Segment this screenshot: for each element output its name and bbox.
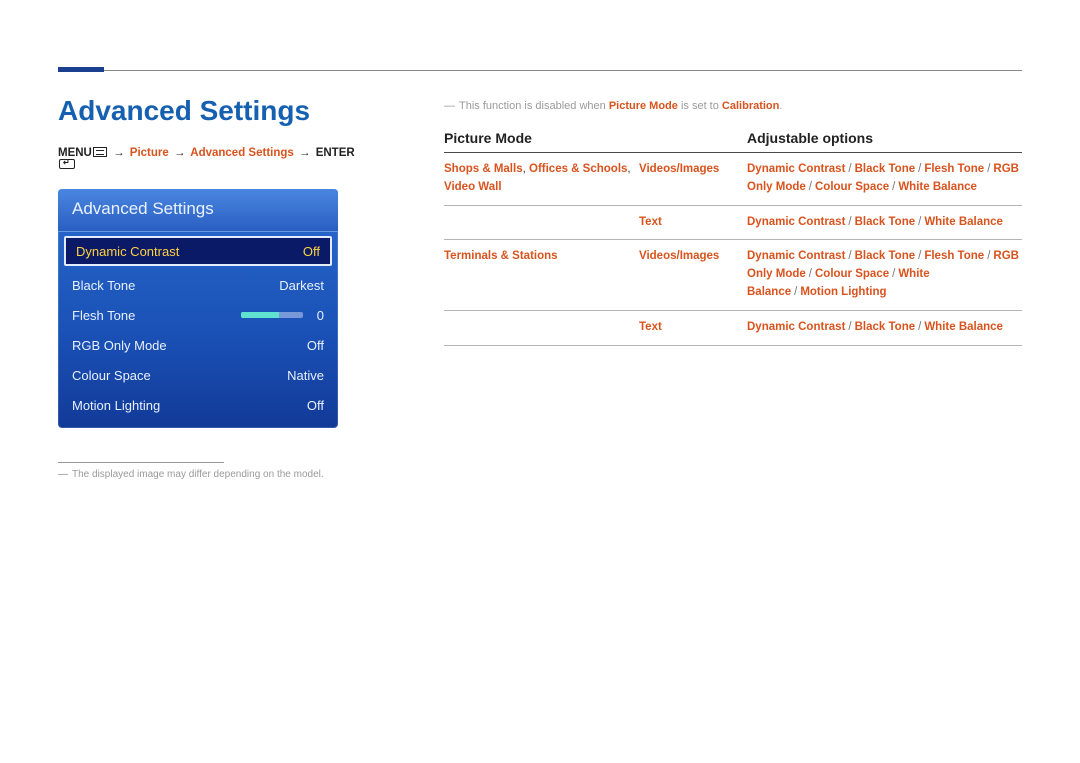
note-line: ― This function is disabled when Picture … xyxy=(444,100,1022,112)
table-row: Shops & Malls, Offices & Schools, Video … xyxy=(444,153,1022,206)
breadcrumb: MENU → Picture → Advanced Settings → ENT… xyxy=(58,147,358,171)
mode-text: Offices & Schools xyxy=(529,163,627,175)
osd-title: Advanced Settings xyxy=(58,189,338,232)
page-top-rule xyxy=(58,70,1022,71)
opt: White Balance xyxy=(898,181,977,193)
osd-label: Black Tone xyxy=(72,278,135,293)
opt: Dynamic Contrast xyxy=(747,163,845,175)
opt: Motion Lighting xyxy=(800,286,886,298)
arrow-icon: → xyxy=(297,147,313,159)
cell-subtype: Text xyxy=(639,319,747,337)
osd-row-dynamic-contrast[interactable]: Dynamic Contrast Off xyxy=(64,236,332,266)
opt: White Balance xyxy=(924,216,1003,228)
footnote: ― The displayed image may differ dependin… xyxy=(58,469,358,480)
cell-options: Dynamic Contrast/Black Tone/Flesh Tone/R… xyxy=(747,161,1022,197)
enter-icon xyxy=(59,159,75,169)
cell-options: Dynamic Contrast/Black Tone/Flesh Tone/R… xyxy=(747,248,1022,301)
page-top-accent xyxy=(58,67,104,72)
osd-row-motion-lighting[interactable]: Motion Lighting Off xyxy=(58,390,338,420)
opt: Dynamic Contrast xyxy=(747,216,845,228)
osd-label: RGB Only Mode xyxy=(72,338,167,353)
table-row: Text Dynamic Contrast/Black Tone/White B… xyxy=(444,206,1022,241)
table-row: Terminals & Stations Videos/Images Dynam… xyxy=(444,240,1022,310)
slider-fill xyxy=(241,312,279,318)
mode-text: Video Wall xyxy=(444,181,502,193)
opt: Colour Space xyxy=(815,181,889,193)
osd-value: Off xyxy=(307,338,324,353)
opt: Colour Space xyxy=(815,268,889,280)
opt: Dynamic Contrast xyxy=(747,321,845,333)
left-column: Advanced Settings MENU → Picture → Advan… xyxy=(58,95,358,480)
right-column: ― This function is disabled when Picture … xyxy=(444,100,1022,346)
dash-icon: ― xyxy=(444,100,455,112)
osd-label: Motion Lighting xyxy=(72,398,160,413)
slider[interactable] xyxy=(241,312,303,318)
osd-label: Colour Space xyxy=(72,368,151,383)
opt: Flesh Tone xyxy=(924,250,984,262)
arrow-icon: → xyxy=(172,147,188,159)
breadcrumb-advanced: Advanced Settings xyxy=(190,147,294,159)
dash-icon: ― xyxy=(58,469,68,480)
cell-picture-mode: Terminals & Stations xyxy=(444,248,639,301)
osd-row-rgb-only[interactable]: RGB Only Mode Off xyxy=(58,330,338,360)
cell-subtype: Videos/Images xyxy=(639,161,747,197)
options-table: Picture Mode Adjustable options Shops & … xyxy=(444,130,1022,346)
table-header: Picture Mode Adjustable options xyxy=(444,130,1022,153)
opt: Black Tone xyxy=(855,321,916,333)
osd-panel: Advanced Settings Dynamic Contrast Off B… xyxy=(58,189,338,428)
th-picture-mode: Picture Mode xyxy=(444,130,639,146)
osd-value: Off xyxy=(307,398,324,413)
osd-value: 0 xyxy=(317,308,324,323)
opt: Black Tone xyxy=(855,250,916,262)
page-title: Advanced Settings xyxy=(58,95,358,127)
osd-row-flesh-tone[interactable]: Flesh Tone 0 xyxy=(58,300,338,330)
breadcrumb-picture: Picture xyxy=(130,147,169,159)
osd-label: Dynamic Contrast xyxy=(76,244,179,259)
cell-picture-mode: Shops & Malls, Offices & Schools, Video … xyxy=(444,161,639,197)
opt: Black Tone xyxy=(855,216,916,228)
osd-label: Flesh Tone xyxy=(72,308,135,323)
breadcrumb-enter: ENTER xyxy=(316,147,355,159)
cell-options: Dynamic Contrast/Black Tone/White Balanc… xyxy=(747,214,1022,232)
arrow-icon: → xyxy=(111,147,127,159)
osd-value: Off xyxy=(303,244,320,259)
osd-row-black-tone[interactable]: Black Tone Darkest xyxy=(58,270,338,300)
cell-picture-mode xyxy=(444,214,639,232)
opt: Flesh Tone xyxy=(924,163,984,175)
opt: White Balance xyxy=(924,321,1003,333)
note-mid: is set to xyxy=(678,100,722,112)
footnote-rule xyxy=(58,462,224,463)
osd-row-colour-space[interactable]: Colour Space Native xyxy=(58,360,338,390)
osd-value: Native xyxy=(287,368,324,383)
footnote-text: The displayed image may differ depending… xyxy=(72,469,324,480)
cell-options: Dynamic Contrast/Black Tone/White Balanc… xyxy=(747,319,1022,337)
menu-icon xyxy=(93,147,107,157)
osd-value: Darkest xyxy=(279,278,324,293)
mode-text: Shops & Malls xyxy=(444,163,523,175)
table-row: Text Dynamic Contrast/Black Tone/White B… xyxy=(444,311,1022,346)
opt: Black Tone xyxy=(855,163,916,175)
note-hl1: Picture Mode xyxy=(609,100,678,112)
cell-subtype: Text xyxy=(639,214,747,232)
th-spacer xyxy=(639,130,747,146)
th-adjustable: Adjustable options xyxy=(747,130,1022,146)
cell-subtype: Videos/Images xyxy=(639,248,747,301)
note-hl2: Calibration xyxy=(722,100,779,112)
opt: Dynamic Contrast xyxy=(747,250,845,262)
note-pre: This function is disabled when xyxy=(459,100,609,112)
cell-picture-mode xyxy=(444,319,639,337)
note-post: . xyxy=(779,100,782,112)
